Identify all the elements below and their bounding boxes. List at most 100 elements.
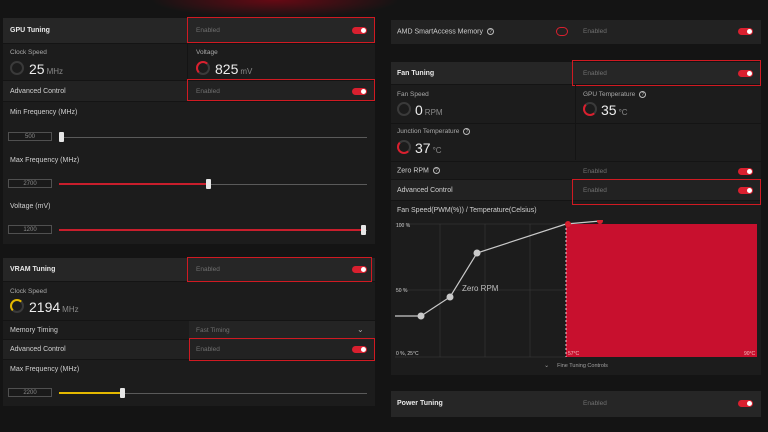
gpu-temp-value: 35 °C (601, 102, 628, 118)
y-top-label: 100 % (396, 223, 411, 229)
vram-max-freq-fill (59, 392, 121, 394)
vram-advanced-highlight (189, 338, 375, 361)
origin-label: 0 %, 25°C (396, 351, 419, 357)
min-freq-thumb[interactable] (59, 132, 64, 142)
fan-tuning-panel: Fan Tuning Enabled Fan Speed 0 RPM GPU Te… (391, 60, 761, 375)
fan-tuning-highlight (572, 60, 761, 86)
vram-tuning-highlight (187, 257, 372, 282)
max-freq-fill (59, 183, 209, 185)
memory-timing-value: Fast Timing (196, 327, 230, 334)
gpu-temp-gauge (583, 102, 597, 116)
power-tuning-toggle[interactable] (738, 400, 753, 407)
fan-speed-value: 0 RPM (415, 102, 443, 118)
fan-curve-chart[interactable]: 100 % 50 % 0 %, 25°C Zero RPM 57°C 90°C (395, 220, 758, 360)
max-freq-thumb[interactable] (206, 179, 211, 189)
gpu-voltage-value: 825 mV (215, 61, 252, 77)
fan-advanced-highlight (572, 179, 761, 205)
gpu-tuning-panel: GPU Tuning Enabled Clock Speed 25 MHz Vol… (3, 17, 375, 244)
curve-point-5[interactable] (597, 220, 603, 224)
min-freq-input[interactable]: 500 (8, 132, 52, 141)
top-glow (150, 0, 400, 18)
vram-advanced-label: Advanced Control (10, 346, 66, 353)
gpu-tuning-highlight (187, 17, 375, 43)
junction-temp-label-text: Junction Temperature (397, 128, 460, 136)
y-mid-label: 50 % (396, 288, 408, 294)
fan-speed-label: Fan Speed (397, 91, 429, 98)
junction-temp-gauge (397, 140, 411, 154)
vram-max-freq-input[interactable]: 2200 (8, 388, 52, 397)
vram-clock-unit: MHz (62, 305, 79, 314)
junction-temp-unit: °C (432, 146, 442, 155)
smartaccess-toggle[interactable] (738, 28, 753, 35)
curve-point-3[interactable] (473, 249, 481, 257)
fine-tuning-controls[interactable]: ⌄ Fine Tuning Controls (391, 360, 761, 373)
info-icon[interactable]: ? (486, 28, 494, 35)
voltage-fill (59, 229, 365, 231)
voltage-thumb[interactable] (361, 225, 366, 235)
curve-point-4[interactable] (565, 221, 571, 227)
power-tuning-title: Power Tuning (397, 400, 443, 407)
curve-point-2[interactable] (446, 293, 454, 301)
smartaccess-status: Enabled (583, 28, 607, 35)
info-icon[interactable]: ? (463, 128, 471, 135)
gpu-voltage-gauge (196, 61, 210, 75)
zone-right-label: 90°C (744, 351, 756, 357)
fan-curve-svg (395, 220, 757, 358)
fan-speed-gauge (397, 102, 411, 116)
gpu-clock-label: Clock Speed (10, 49, 47, 56)
gpu-clock-value: 25 MHz (29, 61, 63, 77)
smartaccess-label-text: AMD SmartAccess Memory (397, 28, 483, 36)
gpu-temp-unit: °C (618, 108, 628, 117)
junction-temp-number: 37 (415, 140, 431, 156)
gpu-tuning-title: GPU Tuning (10, 27, 50, 34)
voltage-slider-label: Voltage (mV) (10, 203, 51, 210)
vram-tuning-title: VRAM Tuning (10, 266, 56, 273)
zero-rpm-label-text: Zero RPM (397, 167, 429, 175)
zone-left-label: 57°C (568, 351, 580, 357)
gpu-temp-number: 35 (601, 102, 617, 118)
gpu-voltage-number: 825 (215, 61, 239, 77)
curve-point-1[interactable] (417, 312, 425, 320)
gpu-voltage-unit: mV (240, 67, 253, 76)
smartaccess-icon (556, 27, 568, 36)
fine-tuning-label: Fine Tuning Controls (557, 363, 608, 369)
max-freq-label: Max Frequency (MHz) (10, 157, 80, 164)
junction-temp-value: 37 °C (415, 140, 442, 156)
junction-temp-label: Junction Temperature? (397, 128, 471, 136)
zero-rpm-label: Zero RPM? (397, 167, 440, 174)
smartaccess-label: AMD SmartAccess Memory? (397, 28, 494, 35)
zero-rpm-status: Enabled (583, 168, 607, 175)
zero-rpm-toggle[interactable] (738, 168, 753, 175)
smartaccess-panel: AMD SmartAccess Memory? Enabled (391, 20, 761, 44)
zero-rpm-row: Zero RPM? Enabled (391, 161, 761, 180)
fan-advanced-label: Advanced Control (397, 187, 453, 194)
vram-max-freq-thumb[interactable] (120, 388, 125, 398)
gpu-metrics-divider (187, 44, 188, 84)
info-icon[interactable]: ? (432, 167, 440, 174)
gpu-temp-label: GPU Temperature? (583, 91, 647, 99)
vram-clock-gauge (10, 299, 24, 313)
min-freq-label: Min Frequency (MHz) (10, 109, 78, 116)
chevron-down-icon: ⌄ (357, 325, 364, 334)
vram-tuning-panel: VRAM Tuning Enabled Clock Speed 2194 MHz … (3, 257, 375, 406)
fan-zone-fill (566, 224, 757, 357)
gpu-temp-label-text: GPU Temperature (583, 91, 636, 99)
min-freq-track[interactable] (59, 137, 367, 138)
gpu-clock-number: 25 (29, 61, 45, 77)
power-tuning-panel: Power Tuning Enabled (391, 391, 761, 417)
memory-timing-label: Memory Timing (10, 327, 58, 334)
fan-tuning-title: Fan Tuning (397, 70, 435, 77)
fan-metrics-divider-h (391, 123, 761, 124)
vram-clock-value: 2194 MHz (29, 299, 79, 315)
max-freq-input[interactable]: 2700 (8, 179, 52, 188)
info-icon[interactable]: ? (639, 91, 647, 98)
gpu-clock-unit: MHz (46, 67, 64, 76)
zero-rpm-overlay: Zero RPM (462, 284, 499, 293)
voltage-input[interactable]: 1200 (8, 225, 52, 234)
fan-curve-title: Fan Speed(PWM(%)) / Temperature(Celsius) (397, 207, 537, 214)
fan-speed-number: 0 (415, 102, 423, 118)
vram-clock-label: Clock Speed (10, 288, 47, 295)
vram-max-freq-label: Max Frequency (MHz) (10, 366, 80, 373)
gpu-advanced-label: Advanced Control (10, 88, 66, 95)
gpu-advanced-highlight (187, 79, 375, 101)
